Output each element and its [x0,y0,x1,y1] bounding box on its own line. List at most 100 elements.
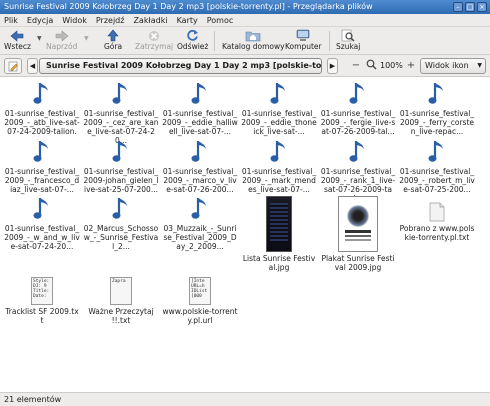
file-name-label: 01-sunrise_festival_2009_-_eddie_thoneic… [241,109,317,136]
computer-icon [295,29,311,42]
minimize-icon[interactable]: – [453,2,463,12]
file-name-label: Pobrano z www.polskie-torrenty.pl.txt [399,224,475,242]
home-button[interactable]: Katalog domowy [222,29,285,53]
file-name-label: 01-sunrise_festival_2009_-_w_and_w_live-… [4,224,80,251]
zoom-out-button[interactable]: − [349,59,363,73]
reload-icon [185,29,201,42]
reload-button[interactable]: Odśwież [177,29,208,53]
audio-file-icon [270,79,288,107]
file-item[interactable]: 01-sunrise_festival_2009_-_francesco_dia… [4,137,80,194]
file-item[interactable]: 02_Marcus_Schossow_-_Sunrise_Festival_2.… [83,194,159,251]
home-folder-icon [245,29,261,42]
breadcrumb-current-folder[interactable]: Sunrise Festival 2009 Kołobrzeg Day 1 Da… [39,58,322,74]
back-history-dropdown[interactable]: ▼ [37,35,42,42]
computer-button[interactable]: Komputer [285,29,322,53]
file-name-label: 01-sunrise_festival_2009_-_atb_live-sat-… [4,109,80,136]
audio-file-icon [349,137,367,165]
menu-item-przejdz[interactable]: Przejdź [96,14,125,26]
menu-item-zakladki[interactable]: Zakładki [133,14,167,26]
file-item[interactable]: Pobrano z www.polskie-torrenty.pl.txt [399,194,475,242]
audio-file-icon [191,137,209,165]
audio-file-icon [270,137,288,165]
file-name-label: www.polskie-torrenty.pl.url [162,307,238,325]
audio-file-icon [33,79,51,107]
file-name-label: 03_Muzzaik_-_Sunrise_Festival_2009_Day_2… [163,224,237,251]
search-icon [340,29,356,42]
file-item[interactable]: Style: DJ: 9 Title: Date: Tracklist SF 20… [4,277,80,325]
file-name-label: 01-sunrise_festival_2009_-_robert_m_live… [399,167,475,194]
file-item[interactable]: 01-sunrise_festival_2009_-_ferry_corsten… [399,79,475,136]
file-name-label: 01-sunrise_festival_2009_-_mark_mendes_l… [241,167,317,194]
search-button[interactable]: Szukaj [336,29,360,53]
file-name-label: 01-sunrise_festival_2009_-_fergie_live-s… [320,109,396,136]
stop-icon [146,29,162,42]
maximize-icon[interactable]: □ [465,2,475,12]
breadcrumb-scroll-right[interactable]: ▶ [327,58,338,74]
file-item[interactable]: 01-sunrise_festival_2009_-_fergie_live-s… [320,79,396,136]
file-item[interactable]: 01-sunrise_festival_2009_-_mark_mendes_l… [241,137,317,194]
zoom-in-icon: + [406,60,416,71]
audio-file-icon [112,137,130,165]
window-titlebar: Sunrise Festival 2009 Kołobrzeg Day 1 Da… [0,0,490,14]
menu-item-widok[interactable]: Widok [62,14,87,26]
file-item[interactable]: Lista Sunrise Festival.jpg [241,194,317,272]
audio-file-icon [112,194,130,222]
forward-history-dropdown[interactable]: ▼ [84,35,89,42]
menu-item-pomoc[interactable]: Pomoc [207,14,234,26]
file-item[interactable]: [Inte URL=h IDList [000 www.polskie-torre… [162,277,238,325]
menu-item-edycja[interactable]: Edycja [27,14,53,26]
file-name-label: 01-sunrise_festival_2009_-_francesco_dia… [4,167,80,194]
pencil-icon [8,61,18,71]
file-name-label: Ważne Przeczytaj !!.txt [88,307,154,325]
file-item[interactable]: 01-sunrise_festival_2009_-_eddie_thoneic… [241,79,317,136]
image-thumbnail-dark [266,194,292,252]
stop-button[interactable]: Zatrzymaj [135,29,173,53]
zoom-reset-button[interactable] [364,59,378,73]
file-name-label: 01-sunrise_festival_2009-johan_gielen_li… [83,167,159,194]
back-button[interactable]: Wstecz [4,29,31,53]
file-name-label: 01-sunrise_festival_2009_-_ferry_corsten… [399,109,475,136]
chevron-down-icon: ▼ [477,62,482,69]
file-item[interactable]: 01-sunrise_festival_2009_-_marco_v_live-… [162,137,238,194]
menu-item-plik[interactable]: Plik [4,14,18,26]
forward-button[interactable]: Naprzód [46,29,77,53]
file-item[interactable]: Plakat Sunrise Festival 2009.jpg [320,194,396,272]
window-title: Sunrise Festival 2009 Kołobrzeg Day 1 Da… [4,2,373,11]
up-button[interactable]: Góra [104,29,122,53]
arrow-up-icon [105,29,121,42]
text-file-preview-icon: Zapra [110,277,132,305]
file-item[interactable]: Zapra Ważne Przeczytaj !!.txt [83,277,159,325]
audio-file-icon [33,137,51,165]
image-thumbnail-poster [338,194,378,252]
text-file-preview-icon: [Inte URL=h IDList [000 [189,277,211,305]
audio-file-icon [191,79,209,107]
file-item[interactable]: 01-sunrise_festival_2009_-_cez_are_kane_… [83,79,159,145]
toolbar: Wstecz ▼ Naprzód ▼ Góra Zatrzymaj Odświe… [0,27,490,55]
file-name-label: 02_Marcus_Schossow_-_Sunrise_Festival_2.… [83,224,159,251]
location-bar: ◀ Sunrise Festival 2009 Kołobrzeg Day 1 … [0,55,490,77]
audio-file-icon [191,194,209,222]
file-item[interactable]: 01-sunrise_festival_2009_-_atb_live-sat-… [4,79,80,136]
file-name-label: Lista Sunrise Festival.jpg [242,254,316,272]
audio-file-icon [428,79,446,107]
toggle-location-edit-button[interactable] [4,58,22,74]
arrow-right-icon [54,29,70,42]
file-icon-view[interactable]: 01-sunrise_festival_2009_-_atb_live-sat-… [0,77,490,392]
audio-file-icon [33,194,51,222]
breadcrumb-scroll-left[interactable]: ◀ [27,58,38,74]
file-name-label: Plakat Sunrise Festival 2009.jpg [321,254,395,272]
close-icon[interactable]: × [477,2,487,12]
file-item[interactable]: 03_Muzzaik_-_Sunrise_Festival_2009_Day_2… [162,194,238,251]
menu-item-karty[interactable]: Karty [177,14,198,26]
magnifier-icon [366,59,376,70]
file-item[interactable]: 01-sunrise_festival_2009_-_eddie_halliwe… [162,79,238,136]
file-item[interactable]: 01-sunrise_festival_2009_-_robert_m_live… [399,137,475,194]
file-item[interactable]: 01-sunrise_festival_2009_-_w_and_w_live-… [4,194,80,251]
file-item[interactable]: 01-sunrise_festival_2009-johan_gielen_li… [83,137,159,194]
status-bar: 21 elementów [0,392,490,406]
item-count: 21 elementów [4,395,62,404]
text-file-preview-icon: Style: DJ: 9 Title: Date: [31,277,53,305]
arrow-left-icon [9,29,25,42]
view-mode-select[interactable]: Widok ikon ▼ [420,58,486,74]
zoom-in-button[interactable]: + [404,59,418,73]
